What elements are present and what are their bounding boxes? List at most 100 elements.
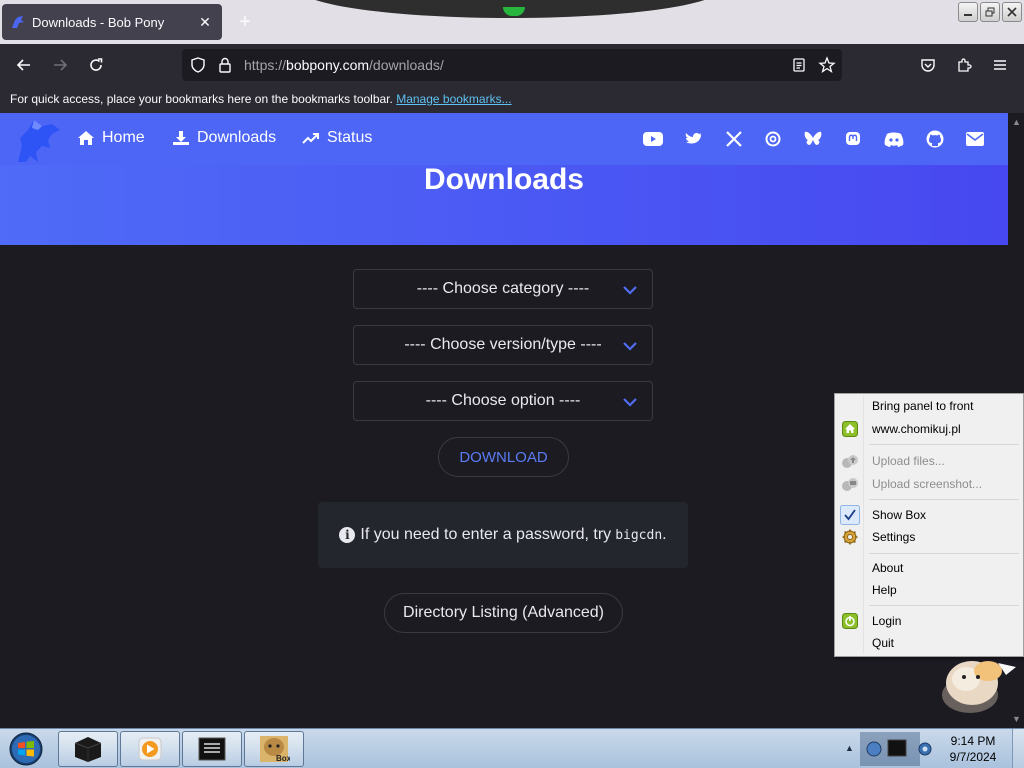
mastodon-icon bbox=[846, 132, 860, 145]
youtube-icon bbox=[643, 132, 663, 146]
tray-area-icons bbox=[860, 732, 920, 766]
tab-title: Downloads - Bob Pony bbox=[32, 14, 165, 30]
menu-item-label: Login bbox=[872, 614, 902, 628]
category-select-value: ---- Choose category ---- bbox=[416, 280, 590, 297]
nav-status[interactable]: Status bbox=[302, 129, 372, 147]
start-button[interactable] bbox=[6, 731, 46, 767]
pocket-icon bbox=[921, 59, 935, 72]
threads-link[interactable] bbox=[763, 129, 783, 149]
upload-icon bbox=[842, 455, 858, 468]
taskbar-app-console[interactable] bbox=[182, 731, 242, 767]
menu-item-label: Show Box bbox=[872, 508, 927, 522]
volume-icon[interactable] bbox=[917, 740, 933, 758]
url-path: /downloads/ bbox=[369, 57, 444, 73]
reload-button[interactable] bbox=[83, 52, 109, 78]
close-icon bbox=[1007, 7, 1017, 17]
forward-button[interactable] bbox=[47, 52, 73, 78]
menu-button[interactable] bbox=[987, 52, 1013, 78]
mastodon-link[interactable] bbox=[843, 129, 863, 149]
pocket-button[interactable] bbox=[915, 52, 941, 78]
site-navbar: Home Downloads Status bbox=[0, 113, 1008, 165]
restore-icon bbox=[985, 7, 995, 17]
threads-icon bbox=[765, 131, 781, 147]
taskbar-app-media-player[interactable] bbox=[120, 731, 180, 767]
menu-item-upload-files[interactable]: Upload files... bbox=[837, 450, 1021, 472]
chevron-down-icon bbox=[623, 398, 637, 407]
tray-expand-icon[interactable]: ▲ bbox=[845, 743, 855, 753]
taskbar-app-chomikbox[interactable]: Box bbox=[244, 731, 304, 767]
notice-text: If you need to enter a password, try bbox=[360, 526, 612, 543]
bluesky-link[interactable] bbox=[803, 129, 823, 149]
lock-icon[interactable] bbox=[218, 57, 232, 73]
scroll-up-icon[interactable]: ▲ bbox=[1012, 117, 1021, 127]
x-icon bbox=[726, 131, 742, 147]
taskbar-app-terminal[interactable] bbox=[58, 731, 118, 767]
menu-separator bbox=[869, 444, 1019, 445]
download-button[interactable]: DOWNLOAD bbox=[438, 437, 569, 477]
restore-button[interactable] bbox=[980, 2, 1000, 22]
reader-view-icon[interactable] bbox=[791, 57, 807, 73]
x-link[interactable] bbox=[724, 129, 744, 149]
version-select-value: ---- Choose version/type ---- bbox=[404, 336, 602, 353]
category-select[interactable]: ---- Choose category ---- bbox=[353, 269, 653, 309]
system-clock[interactable]: 9:14 PM 9/7/2024 bbox=[940, 733, 1006, 765]
minimize-button[interactable] bbox=[958, 2, 978, 22]
menu-item-settings[interactable]: Settings bbox=[837, 526, 1021, 548]
directory-listing-button[interactable]: Directory Listing (Advanced) bbox=[384, 593, 623, 633]
nav-home-label: Home bbox=[102, 129, 145, 146]
home-icon bbox=[842, 421, 858, 437]
new-tab-icon[interactable]: + bbox=[232, 9, 258, 35]
menu-item-about[interactable]: About bbox=[837, 557, 1021, 579]
bluesky-icon bbox=[804, 131, 822, 145]
github-link[interactable] bbox=[925, 129, 945, 149]
menu-separator bbox=[869, 553, 1019, 554]
menu-item-quit[interactable]: Quit bbox=[837, 632, 1021, 654]
gear-icon bbox=[842, 529, 858, 545]
email-icon bbox=[966, 132, 984, 146]
console-icon bbox=[198, 737, 226, 761]
browser-toolbar: https://bobpony.com/downloads/ bbox=[0, 44, 1024, 86]
twitter-link[interactable] bbox=[684, 129, 704, 149]
svg-text:Box: Box bbox=[276, 754, 290, 763]
scroll-down-icon[interactable]: ▼ bbox=[1012, 714, 1021, 724]
menu-item-login[interactable]: Login bbox=[837, 610, 1021, 632]
bookmarks-toolbar: For quick access, place your bookmarks h… bbox=[0, 86, 1024, 113]
email-link[interactable] bbox=[965, 129, 985, 149]
discord-link[interactable] bbox=[884, 129, 904, 149]
close-window-button[interactable] bbox=[1002, 2, 1022, 22]
menu-item-show-box[interactable]: Show Box bbox=[837, 504, 1021, 526]
menu-item-help[interactable]: Help bbox=[837, 579, 1021, 601]
home-icon bbox=[78, 131, 94, 145]
hero-banner: Home Downloads Status Downloads bbox=[0, 113, 1008, 245]
tab-close-icon[interactable]: ✕ bbox=[196, 13, 214, 31]
manage-bookmarks-link[interactable]: Manage bookmarks... bbox=[396, 92, 511, 106]
nav-downloads[interactable]: Downloads bbox=[172, 129, 276, 147]
github-icon bbox=[926, 130, 944, 148]
menu-item-chomikuj-site[interactable]: www.chomikuj.pl bbox=[837, 418, 1021, 440]
back-button[interactable] bbox=[11, 52, 37, 78]
hamburger-menu-icon bbox=[994, 60, 1006, 70]
screenshot-icon bbox=[842, 478, 858, 491]
menu-item-label: Upload screenshot... bbox=[872, 477, 983, 491]
address-bar[interactable]: https://bobpony.com/downloads/ bbox=[182, 49, 842, 81]
screen: Downloads - Bob Pony ✕ + https://bobpony… bbox=[0, 0, 1024, 768]
extensions-button[interactable] bbox=[951, 52, 977, 78]
menu-item-upload-screenshot[interactable]: Upload screenshot... bbox=[837, 473, 1021, 495]
bobpony-logo-icon[interactable] bbox=[12, 116, 62, 166]
menu-item-label: Quit bbox=[872, 636, 895, 650]
nav-home[interactable]: Home bbox=[77, 129, 145, 147]
network-icon bbox=[866, 741, 882, 757]
option-select[interactable]: ---- Choose option ---- bbox=[353, 381, 653, 421]
youtube-link[interactable] bbox=[643, 129, 663, 149]
notice-period: . bbox=[662, 526, 667, 543]
menu-item-bring-to-front[interactable]: Bring panel to front bbox=[837, 395, 1021, 417]
version-select[interactable]: ---- Choose version/type ---- bbox=[353, 325, 653, 365]
shield-icon[interactable] bbox=[190, 57, 206, 73]
url-domain: bobpony.com bbox=[286, 57, 370, 73]
bookmark-star-icon[interactable] bbox=[818, 56, 836, 74]
notice-password: bigcdn bbox=[615, 527, 663, 543]
arrow-right-icon bbox=[54, 59, 68, 71]
show-desktop-button[interactable] bbox=[1012, 729, 1024, 768]
tab-downloads[interactable]: Downloads - Bob Pony ✕ bbox=[2, 4, 222, 40]
terminal-icon bbox=[74, 737, 102, 762]
